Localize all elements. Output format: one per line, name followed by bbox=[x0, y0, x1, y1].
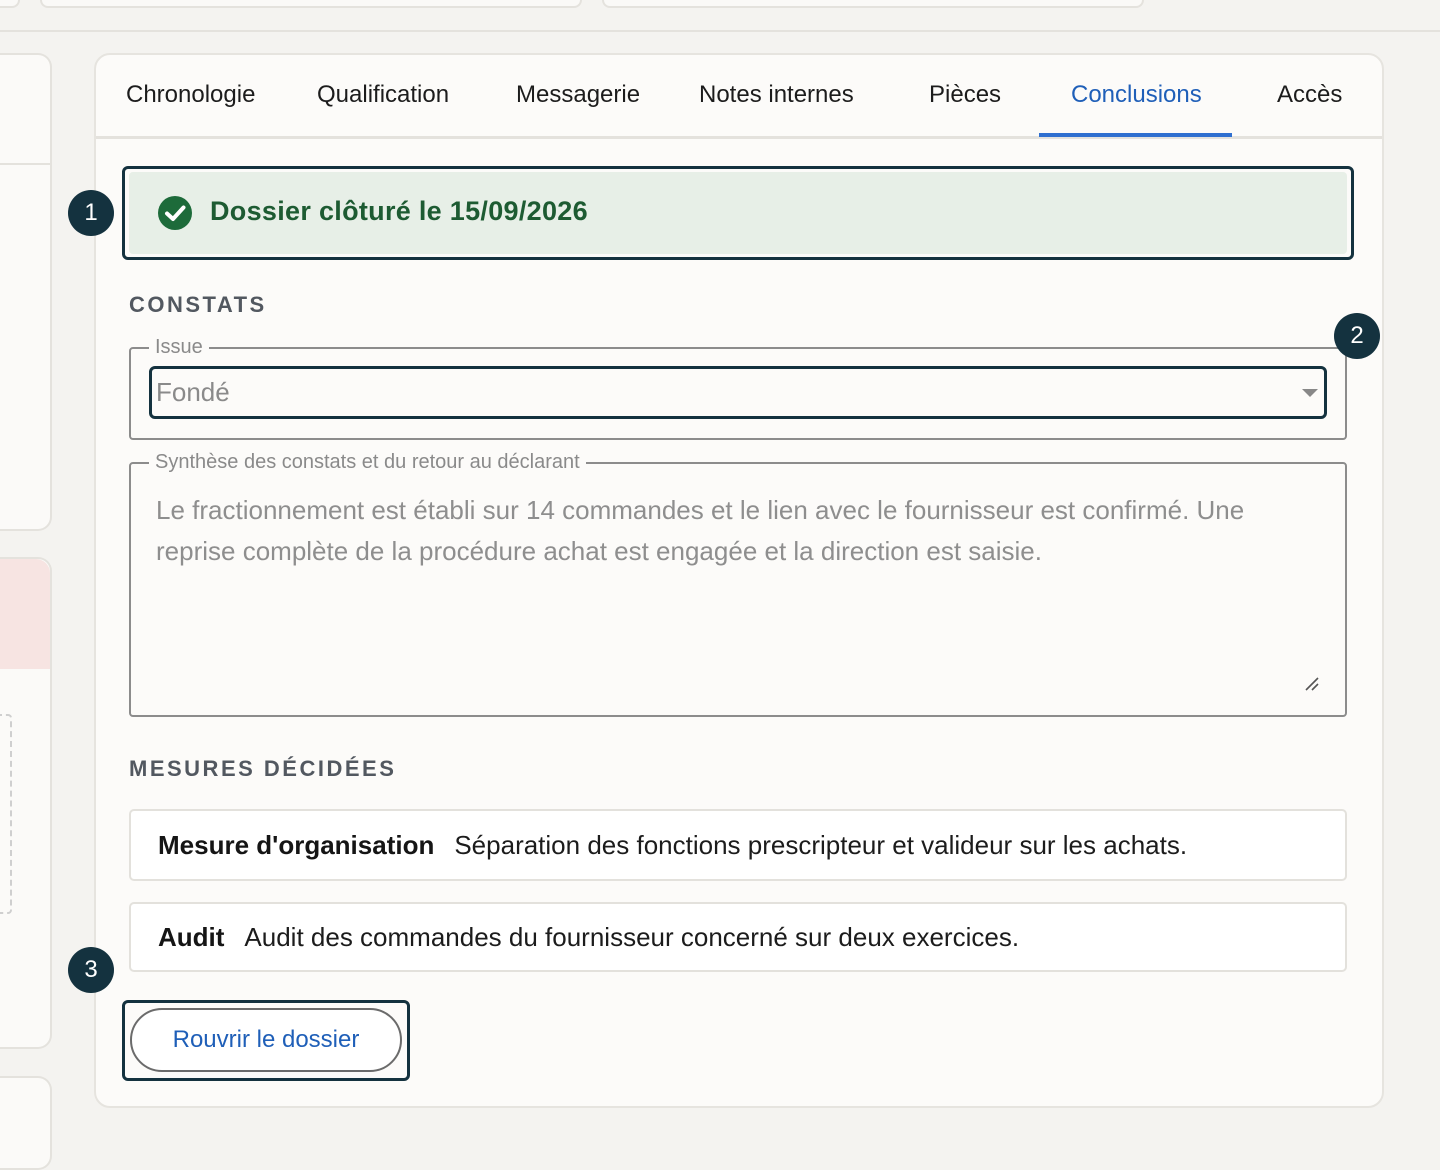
left-side-card bbox=[0, 1076, 52, 1170]
issue-label: Issue bbox=[155, 336, 203, 358]
tab-conclusions[interactable]: Conclusions bbox=[1071, 81, 1202, 109]
highlight-box-1 bbox=[122, 166, 1354, 260]
measure-type: Audit bbox=[158, 921, 225, 952]
tab-chronologie[interactable]: Chronologie bbox=[126, 81, 255, 109]
tab-qualification[interactable]: Qualification bbox=[317, 81, 449, 109]
left-side-card bbox=[0, 53, 52, 531]
top-bar bbox=[0, 0, 1440, 32]
measure-item: Mesure d'organisation Séparation des fon… bbox=[129, 809, 1347, 881]
synthese-textarea[interactable]: Le fractionnement est établi sur 14 comm… bbox=[156, 490, 1321, 572]
tab-acces[interactable]: Accès bbox=[1277, 81, 1342, 109]
measure-type: Mesure d'organisation bbox=[158, 829, 435, 860]
top-tab-stub bbox=[0, 0, 20, 8]
active-tab-indicator bbox=[1039, 133, 1232, 137]
synthese-label: Synthèse des constats et du retour au dé… bbox=[155, 451, 580, 473]
constats-title: CONSTATS bbox=[129, 292, 267, 317]
step-badge-1: 1 bbox=[68, 190, 114, 236]
tab-bar: Chronologie Qualification Messagerie Not… bbox=[96, 55, 1382, 139]
tab-pieces[interactable]: Pièces bbox=[929, 81, 1001, 109]
left-side-card bbox=[0, 557, 52, 1049]
measure-item: Audit Audit des commandes du fournisseur… bbox=[129, 902, 1347, 972]
top-tab-stub bbox=[40, 0, 582, 8]
measure-description: Audit des commandes du fournisseur conce… bbox=[244, 921, 1020, 952]
mesures-title: MESURES DÉCIDÉES bbox=[129, 756, 397, 781]
tab-messagerie[interactable]: Messagerie bbox=[516, 81, 640, 109]
tab-notes-internes[interactable]: Notes internes bbox=[699, 81, 854, 109]
measure-description: Séparation des fonctions prescripteur et… bbox=[454, 829, 1188, 860]
top-tab-stub bbox=[602, 0, 1144, 8]
resize-handle-icon[interactable] bbox=[1302, 674, 1320, 692]
highlight-box-3 bbox=[122, 1000, 410, 1081]
highlight-box-2 bbox=[149, 366, 1327, 419]
step-badge-3: 3 bbox=[68, 947, 114, 993]
step-badge-2: 2 bbox=[1334, 313, 1380, 359]
